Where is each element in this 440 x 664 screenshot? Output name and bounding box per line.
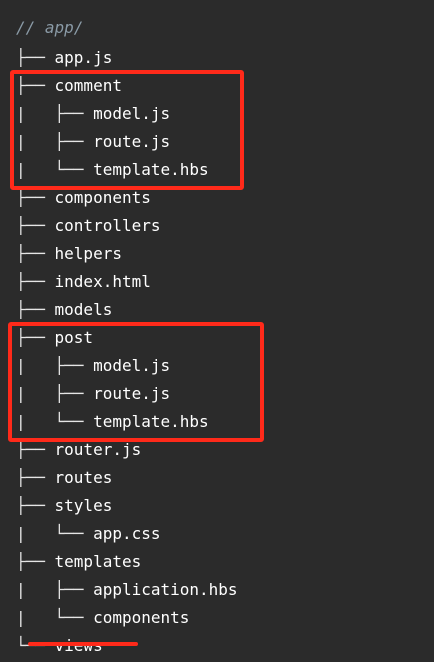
tree-prefix: | └──	[16, 608, 94, 627]
folder-name: components	[54, 188, 151, 207]
tree-line-models: ├── models	[16, 296, 112, 324]
file-name: router.js	[54, 440, 142, 459]
tree-prefix: ├──	[16, 188, 55, 207]
tree-line-templates: ├── templates	[16, 548, 141, 576]
tree-prefix: ├──	[16, 244, 55, 263]
tree-line-app-js: ├── app.js	[16, 44, 112, 72]
tree-prefix: | └──	[16, 524, 94, 543]
folder-name: controllers	[54, 216, 161, 235]
tree-prefix: ├──	[16, 48, 55, 67]
tree-line-routes: ├── routes	[16, 464, 112, 492]
tree-prefix: ├──	[16, 440, 55, 459]
folder-name: templates	[54, 552, 142, 571]
tree-prefix: ├──	[16, 552, 55, 571]
highlight-underline-views	[28, 642, 138, 646]
code-block: // app/ ├── app.js ├── comment | ├── mod…	[0, 0, 440, 664]
folder-name: models	[54, 300, 113, 319]
folder-name: routes	[54, 468, 113, 487]
file-name: application.hbs	[93, 580, 238, 599]
tree-prefix: ├──	[16, 468, 55, 487]
right-margin	[434, 0, 440, 664]
folder-name: helpers	[54, 244, 122, 263]
tree-line-styles: ├── styles	[16, 492, 112, 520]
folder-name: styles	[54, 496, 113, 515]
tree-line-controllers: ├── controllers	[16, 212, 161, 240]
tree-line-views: └── views	[16, 632, 103, 660]
highlight-box-comment	[10, 70, 244, 190]
tree-line-app-css: | └── app.css	[16, 520, 161, 548]
tree-prefix: ├──	[16, 272, 55, 291]
tree-line-helpers: ├── helpers	[16, 240, 122, 268]
tree-line-templates-components: | └── components	[16, 604, 189, 632]
file-name: index.html	[54, 272, 151, 291]
tree-prefix: ├──	[16, 496, 55, 515]
tree-prefix: ├──	[16, 216, 55, 235]
file-name: app.css	[93, 524, 161, 543]
file-name: app.js	[54, 48, 113, 67]
tree-line-index-html: ├── index.html	[16, 268, 151, 296]
tree-line-application-hbs: | ├── application.hbs	[16, 576, 238, 604]
highlight-box-post	[8, 322, 264, 442]
root-comment: // app/	[16, 18, 84, 37]
tree-prefix: ├──	[16, 300, 55, 319]
folder-name: components	[93, 608, 190, 627]
tree-prefix: | ├──	[16, 580, 94, 599]
